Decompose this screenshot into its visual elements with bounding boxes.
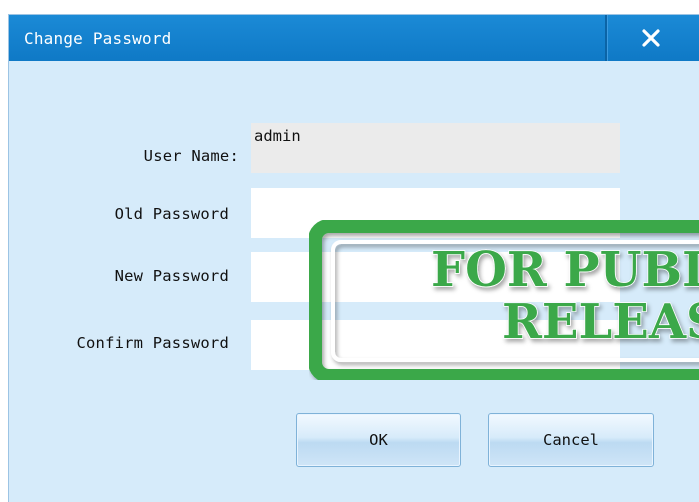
close-icon (641, 29, 660, 47)
cancel-button[interactable]: Cancel (488, 413, 654, 467)
confirm-password-label: Confirm Password (76, 334, 229, 352)
username-label: User Name: (143, 147, 239, 165)
username-value: admin (254, 127, 301, 145)
old-password-label: Old Password (114, 205, 229, 223)
dialog-titlebar: Change Password (9, 15, 699, 61)
titlebar-divider (605, 15, 608, 61)
screen: Change Password User Name: admin Old Pas… (0, 0, 699, 502)
confirm-password-input[interactable] (251, 320, 620, 370)
old-password-input[interactable] (251, 188, 620, 238)
change-password-dialog: Change Password User Name: admin Old Pas… (8, 14, 699, 502)
dialog-title: Change Password (24, 29, 172, 48)
close-button[interactable] (609, 15, 699, 61)
new-password-label: New Password (114, 267, 229, 285)
new-password-input[interactable] (251, 252, 620, 302)
username-field: admin (251, 123, 620, 173)
ok-button[interactable]: OK (296, 413, 461, 467)
